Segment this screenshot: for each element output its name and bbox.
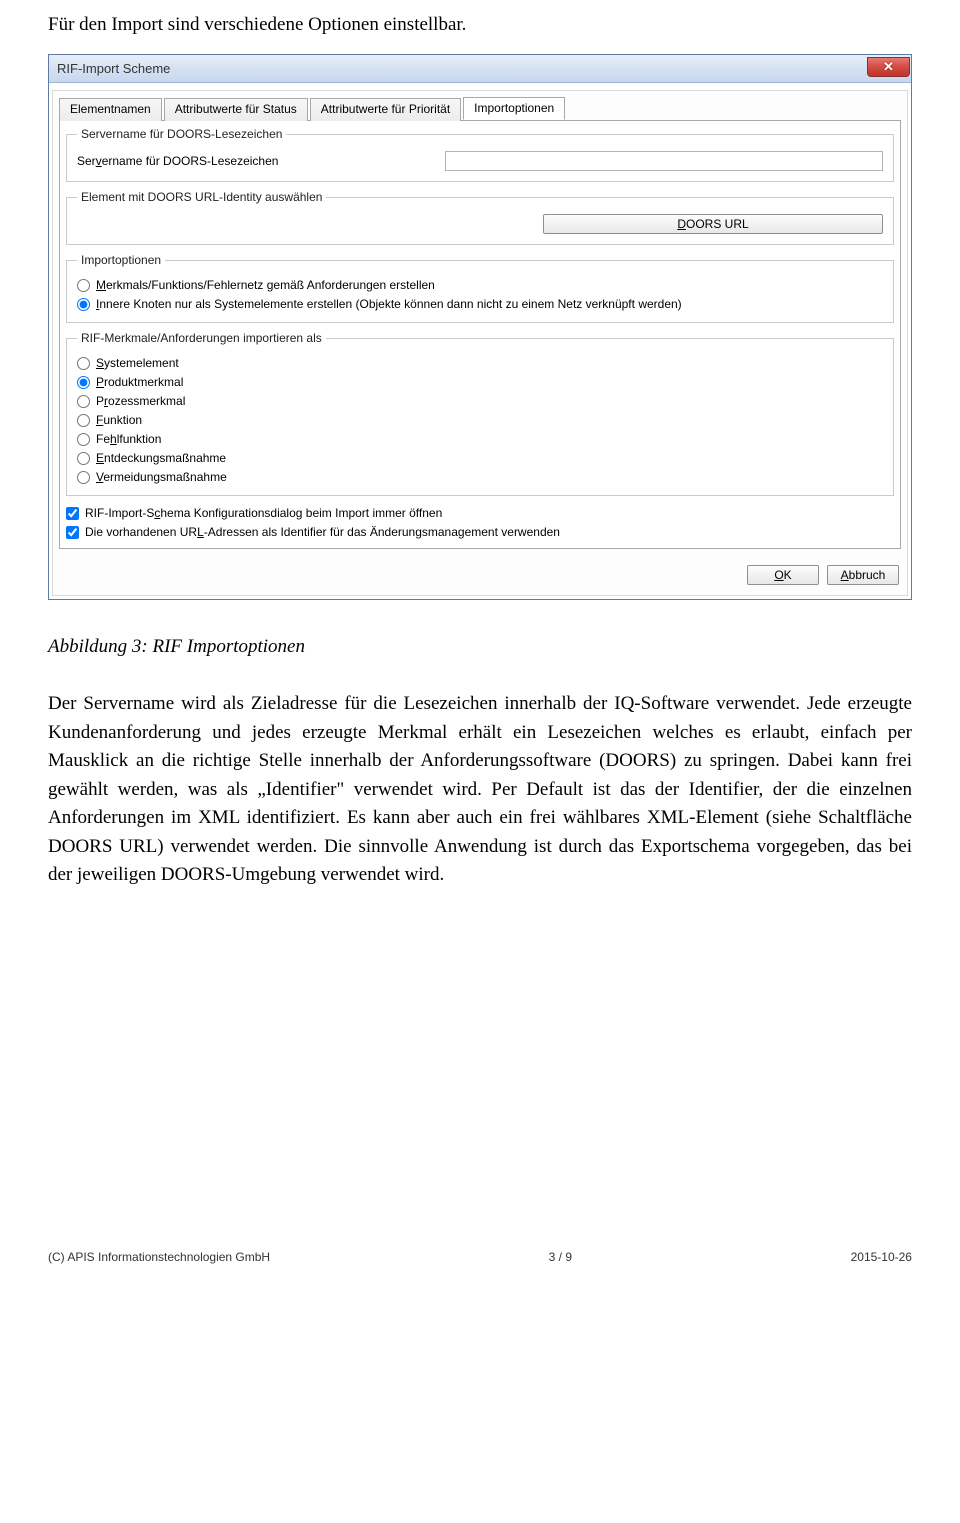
tab-attrib-prio[interactable]: Attributwerte für Priorität [310,98,461,121]
group-doors-url: Element mit DOORS URL-Identity auswählen… [66,190,894,245]
ok-button[interactable]: OK [747,565,819,585]
group-importoptionen: Importoptionen Merkmals/Funktions/Fehler… [66,253,894,323]
radio-opt2-label: Innere Knoten nur als Systemelemente ers… [96,295,682,313]
group-servername-legend: Servername für DOORS-Lesezeichen [77,127,286,141]
radio-fehlfunktion[interactable]: Fehlfunktion [77,430,883,448]
group-import-as-legend: RIF-Merkmale/Anforderungen importieren a… [77,331,326,345]
footer-right: 2015-10-26 [851,1250,912,1264]
check-url-identifier-input[interactable] [66,526,79,539]
group-doors-url-legend: Element mit DOORS URL-Identity auswählen [77,190,326,204]
tab-attrib-status[interactable]: Attributwerte für Status [164,98,308,121]
dialog-title: RIF-Import Scheme [49,61,867,76]
check-config-dialog-label: RIF-Import-Schema Konfigurationsdialog b… [85,504,442,522]
radio-merkmal-funktion-fehler[interactable]: Merkmals/Funktions/Fehlernetz gemäß Anfo… [77,276,883,294]
body-paragraph: Der Servername wird als Zieladresse für … [48,690,912,890]
radio-produktmerkmal-label: Produktmerkmal [96,373,183,391]
footer-left: (C) APIS Informationstechnologien GmbH [48,1250,270,1264]
tab-strip: Elementnamen Attributwerte für Status At… [53,91,907,120]
dialog-footer: OK Abbruch [53,555,907,595]
group-servername: Servername für DOORS-Lesezeichen Servern… [66,127,894,182]
tab-panel-importoptionen: Servername für DOORS-Lesezeichen Servern… [59,120,901,549]
radio-prozessmerkmal-input[interactable] [77,395,90,408]
radio-vermeidung-label: Vermeidungsmaßnahme [96,468,227,486]
dialog-inner: Elementnamen Attributwerte für Status At… [52,90,908,596]
servername-input[interactable] [445,151,883,171]
dialog-window: RIF-Import Scheme ✕ Elementnamen Attribu… [48,54,912,600]
radio-produktmerkmal-input[interactable] [77,376,90,389]
check-url-identifier-label: Die vorhandenen URL-Adressen als Identif… [85,523,560,541]
radio-vermeidung-input[interactable] [77,471,90,484]
group-importoptionen-legend: Importoptionen [77,253,165,267]
radio-systemelement-input[interactable] [77,357,90,370]
document-page: Für den Import sind verschiedene Optione… [0,0,960,890]
page-footer: (C) APIS Informationstechnologien GmbH 3… [0,1250,960,1264]
radio-produktmerkmal[interactable]: Produktmerkmal [77,373,883,391]
radio-systemelement-label: Systemelement [96,354,179,372]
close-button[interactable]: ✕ [867,57,910,77]
footer-center: 3 / 9 [549,1250,572,1264]
check-config-dialog-input[interactable] [66,507,79,520]
radio-fehlfunktion-label: Fehlfunktion [96,430,161,448]
close-icon: ✕ [883,59,894,75]
radio-opt2-input[interactable] [77,298,90,311]
servername-label: Servername für DOORS-Lesezeichen [77,154,437,168]
check-config-dialog[interactable]: RIF-Import-Schema Konfigurationsdialog b… [66,504,894,522]
radio-fehlfunktion-input[interactable] [77,433,90,446]
radio-funktion[interactable]: Funktion [77,411,883,429]
radio-funktion-label: Funktion [96,411,142,429]
cancel-button[interactable]: Abbruch [827,565,899,585]
radio-entdeckung-label: Entdeckungsmaßnahme [96,449,226,467]
check-url-identifier[interactable]: Die vorhandenen URL-Adressen als Identif… [66,523,894,541]
radio-systemelement[interactable]: Systemelement [77,354,883,372]
radio-entdeckung-input[interactable] [77,452,90,465]
titlebar: RIF-Import Scheme ✕ [49,55,911,83]
tab-elementnamen[interactable]: Elementnamen [59,98,162,121]
radio-prozessmerkmal[interactable]: Prozessmerkmal [77,392,883,410]
group-import-as: RIF-Merkmale/Anforderungen importieren a… [66,331,894,496]
radio-vermeidung[interactable]: Vermeidungsmaßnahme [77,468,883,486]
radio-prozessmerkmal-label: Prozessmerkmal [96,392,185,410]
radio-entdeckung[interactable]: Entdeckungsmaßnahme [77,449,883,467]
menu-gap [49,83,911,90]
figure-caption: Abbildung 3: RIF Importoptionen [48,636,912,658]
radio-innere-knoten[interactable]: Innere Knoten nur als Systemelemente ers… [77,295,883,313]
radio-opt1-label: Merkmals/Funktions/Fehlernetz gemäß Anfo… [96,276,435,294]
radio-funktion-input[interactable] [77,414,90,427]
radio-opt1-input[interactable] [77,279,90,292]
doors-url-button[interactable]: DOORS URL [543,214,883,234]
tab-importoptionen[interactable]: Importoptionen [463,97,565,120]
intro-text: Für den Import sind verschiedene Optione… [48,14,912,36]
